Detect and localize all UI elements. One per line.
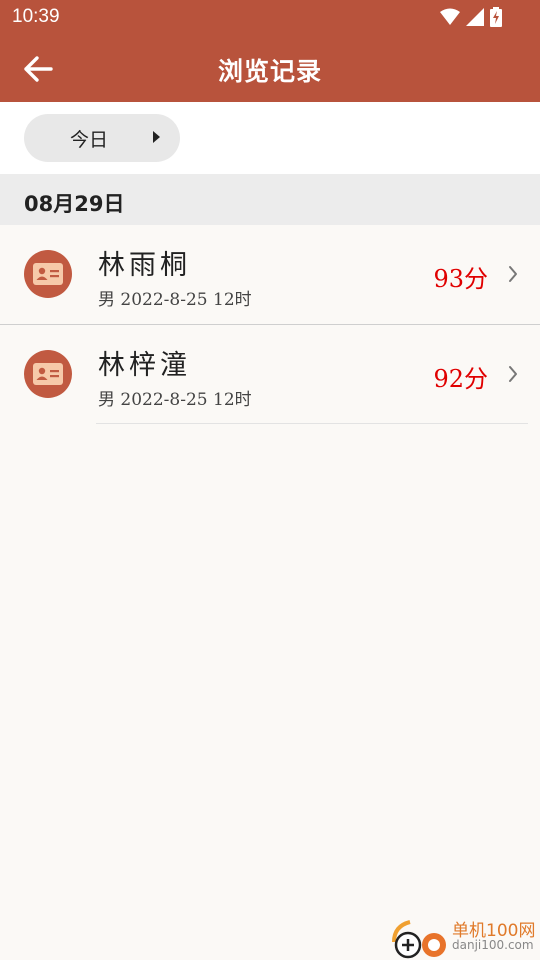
day-filter-label: 今日 <box>70 129 109 151</box>
record-score: 93分 <box>433 265 488 293</box>
avatar <box>24 250 72 298</box>
record-name: 林雨桐 <box>98 250 191 281</box>
record-score: 92分 <box>433 365 488 393</box>
chevron-right-icon <box>509 366 517 382</box>
status-time: 10:39 <box>12 6 60 27</box>
watermark-logo-icon <box>392 920 446 959</box>
id-card-icon <box>33 263 63 285</box>
status-icons <box>440 7 502 27</box>
record-birth: 2022-8-25 12时 <box>120 390 252 410</box>
filter-bar: 今日 <box>0 102 540 174</box>
record-details: 男 2022-8-25 12时 <box>98 385 252 410</box>
avatar <box>24 350 72 398</box>
record-name: 林梓潼 <box>98 350 191 381</box>
list-item[interactable]: 林雨桐 男 2022-8-25 12时 93分 <box>0 225 540 325</box>
wifi-icon <box>440 8 460 25</box>
page-title: 浏览记录 <box>217 57 322 86</box>
date-section-header: 08月29日 <box>0 174 540 225</box>
caret-right-icon <box>153 131 160 143</box>
watermark: 单机100网 danji100.com <box>388 916 538 960</box>
record-birth: 2022-8-25 12时 <box>120 290 252 310</box>
battery-icon <box>490 7 502 27</box>
record-details: 男 2022-8-25 12时 <box>98 285 252 310</box>
day-filter-dropdown[interactable]: 今日 <box>24 114 180 162</box>
watermark-url: danji100.com <box>452 938 534 952</box>
status-bar: 10:39 <box>0 0 540 36</box>
id-card-icon <box>33 363 63 385</box>
record-gender: 男 <box>98 290 115 310</box>
divider <box>96 423 528 424</box>
list-item[interactable]: 林梓潼 男 2022-8-25 12时 92分 <box>0 325 540 425</box>
signal-icon <box>466 8 484 26</box>
record-gender: 男 <box>98 390 115 410</box>
date-label: 08月29日 <box>24 192 125 216</box>
chevron-right-icon <box>509 266 517 282</box>
app-bar: 浏览记录 <box>0 36 540 102</box>
